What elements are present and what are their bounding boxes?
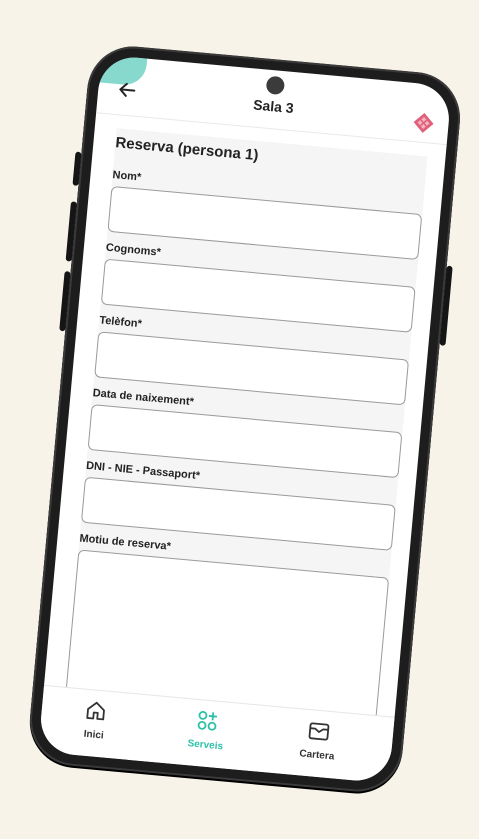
power-button — [439, 265, 453, 346]
volume-up-button — [65, 201, 77, 262]
nav-label: Serveis — [187, 738, 224, 753]
phone-device: Sala 3 Reserva (persona 1) Nom* Cognoms* — [26, 42, 464, 796]
reservation-form: Reserva (persona 1) Nom* Cognoms* Telèfo… — [64, 128, 428, 728]
nav-label: Inici — [83, 728, 105, 742]
nav-item-cartera[interactable]: Cartera — [276, 715, 360, 766]
wallet-icon — [306, 718, 332, 744]
services-grid-icon — [194, 708, 220, 734]
nav-item-serveis[interactable]: Serveis — [165, 705, 249, 756]
mute-switch — [72, 151, 82, 186]
home-icon — [83, 698, 109, 724]
volume-down-button — [59, 271, 71, 332]
nav-item-inici[interactable]: Inici — [53, 695, 137, 746]
diamond-logo-icon — [412, 111, 436, 135]
nav-label: Cartera — [298, 748, 335, 763]
app-screen: Sala 3 Reserva (persona 1) Nom* Cognoms* — [38, 54, 452, 784]
